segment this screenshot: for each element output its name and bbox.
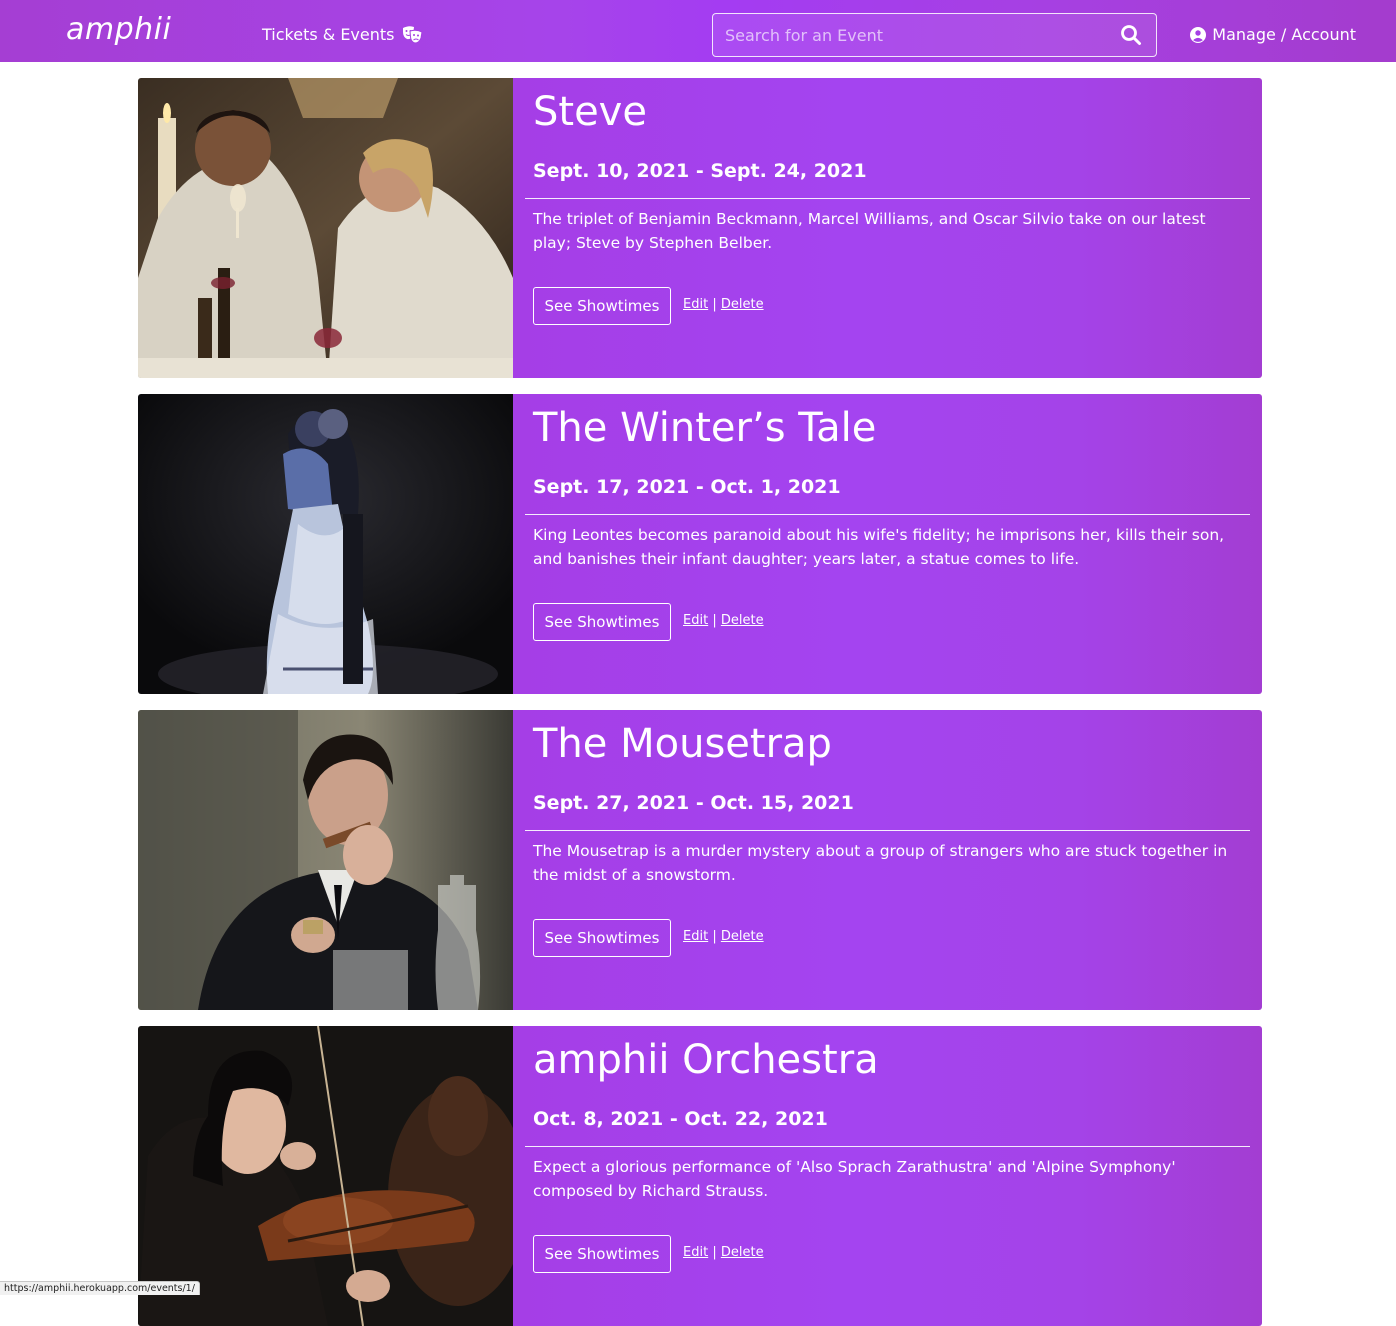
event-title[interactable]: The Mousetrap xyxy=(533,718,832,770)
event-card: The Mousetrap Sept. 27, 2021 - Oct. 15, … xyxy=(138,710,1262,1010)
tickets-events-link[interactable]: Tickets & Events xyxy=(262,22,423,48)
manage-account-label: Manage / Account xyxy=(1212,22,1356,48)
edit-link[interactable]: Edit xyxy=(683,929,708,944)
event-dates: Oct. 8, 2021 - Oct. 22, 2021 xyxy=(533,1106,828,1132)
event-card: amphii Orchestra Oct. 8, 2021 - Oct. 22,… xyxy=(138,1026,1262,1326)
edit-link[interactable]: Edit xyxy=(683,297,708,312)
manage-account-link[interactable]: Manage / Account xyxy=(1190,22,1356,48)
event-dates: Sept. 10, 2021 - Sept. 24, 2021 xyxy=(533,158,867,184)
event-admin-links: Edit | Delete xyxy=(683,928,764,946)
see-showtimes-button[interactable]: See Showtimes xyxy=(533,603,671,641)
divider xyxy=(525,1146,1250,1147)
delete-link[interactable]: Delete xyxy=(721,1245,764,1260)
top-navbar: amphii Tickets & Events Manage / Account xyxy=(0,0,1396,62)
link-separator: | xyxy=(712,613,716,628)
user-circle-icon xyxy=(1190,27,1206,43)
event-description: The Mousetrap is a murder mystery about … xyxy=(533,839,1233,887)
event-description: King Leontes becomes paranoid about his … xyxy=(533,523,1233,571)
event-description: The triplet of Benjamin Beckmann, Marcel… xyxy=(533,207,1233,255)
event-description: Expect a glorious performance of 'Also S… xyxy=(533,1155,1233,1203)
event-title[interactable]: Steve xyxy=(533,86,647,138)
see-showtimes-button[interactable]: See Showtimes xyxy=(533,287,671,325)
edit-link[interactable]: Edit xyxy=(683,613,708,628)
see-showtimes-button[interactable]: See Showtimes xyxy=(533,1235,671,1273)
link-separator: | xyxy=(712,1245,716,1260)
event-image xyxy=(138,394,513,694)
event-body: The Mousetrap Sept. 27, 2021 - Oct. 15, … xyxy=(513,710,1262,1010)
event-admin-links: Edit | Delete xyxy=(683,296,764,314)
event-dates: Sept. 17, 2021 - Oct. 1, 2021 xyxy=(533,474,841,500)
edit-link[interactable]: Edit xyxy=(683,1245,708,1260)
search-box xyxy=(712,13,1157,57)
status-bar-url: https://amphii.herokuapp.com/events/1/ xyxy=(0,1281,200,1295)
event-admin-links: Edit | Delete xyxy=(683,612,764,630)
event-body: Steve Sept. 10, 2021 - Sept. 24, 2021 Th… xyxy=(513,78,1262,378)
search-icon[interactable] xyxy=(1120,24,1142,46)
delete-link[interactable]: Delete xyxy=(721,613,764,628)
theater-masks-icon xyxy=(401,25,423,45)
event-dates: Sept. 27, 2021 - Oct. 15, 2021 xyxy=(533,790,854,816)
event-image xyxy=(138,78,513,378)
event-card: The Winter’s Tale Sept. 17, 2021 - Oct. … xyxy=(138,394,1262,694)
link-separator: | xyxy=(712,929,716,944)
divider xyxy=(525,830,1250,831)
divider xyxy=(525,198,1250,199)
link-separator: | xyxy=(712,297,716,312)
delete-link[interactable]: Delete xyxy=(721,297,764,312)
event-card: Steve Sept. 10, 2021 - Sept. 24, 2021 Th… xyxy=(138,78,1262,378)
search-input[interactable] xyxy=(713,14,1113,56)
tickets-events-label: Tickets & Events xyxy=(262,22,395,48)
brand-logo[interactable]: amphii xyxy=(66,12,171,48)
event-admin-links: Edit | Delete xyxy=(683,1244,764,1262)
event-body: amphii Orchestra Oct. 8, 2021 - Oct. 22,… xyxy=(513,1026,1262,1326)
event-image xyxy=(138,710,513,1010)
delete-link[interactable]: Delete xyxy=(721,929,764,944)
event-title[interactable]: amphii Orchestra xyxy=(533,1034,879,1086)
event-title[interactable]: The Winter’s Tale xyxy=(533,402,876,454)
divider xyxy=(525,514,1250,515)
event-body: The Winter’s Tale Sept. 17, 2021 - Oct. … xyxy=(513,394,1262,694)
see-showtimes-button[interactable]: See Showtimes xyxy=(533,919,671,957)
